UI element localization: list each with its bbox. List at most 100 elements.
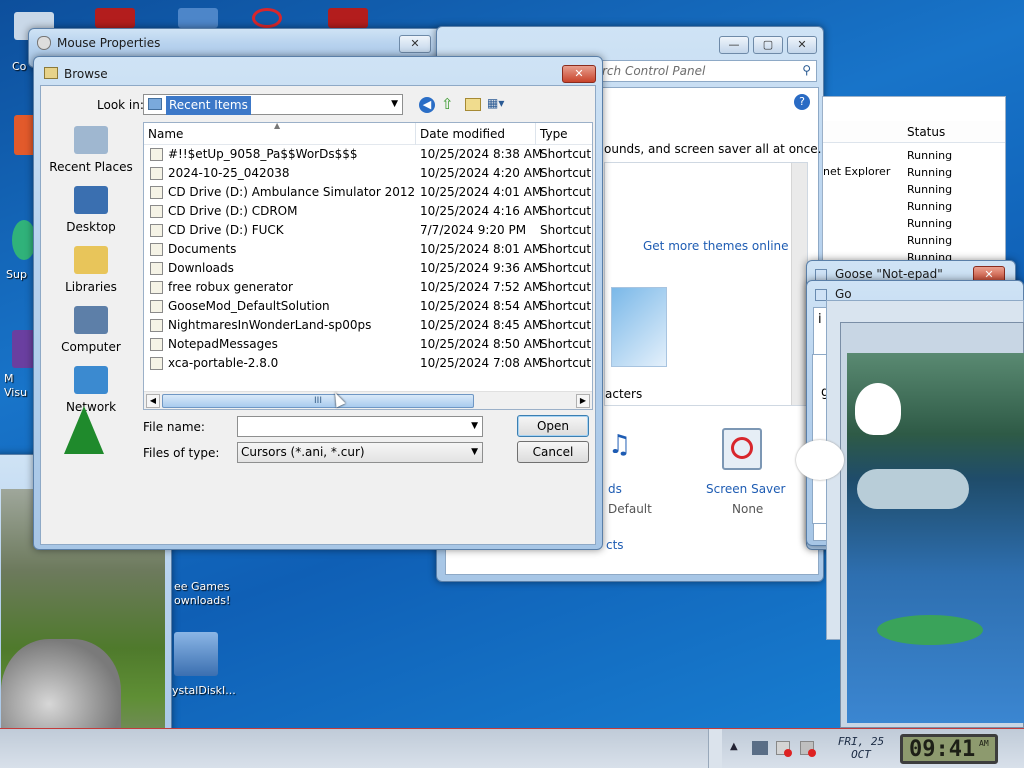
shortcut-icon <box>150 300 163 313</box>
recent-items-icon <box>148 98 162 110</box>
goose-notepad-title-1: Goose "Not-epad" <box>835 267 943 281</box>
mouse-properties-close-button[interactable]: ✕ <box>399 35 431 53</box>
goose-icon <box>855 383 901 435</box>
place-computer[interactable]: Computer <box>41 306 141 354</box>
browse-dialog[interactable]: Browse ✕ Look in: Recent Items ▼ ◀ ⇧ ▦▾ … <box>33 56 603 550</box>
open-button[interactable]: Open <box>517 415 589 437</box>
shortcut-icon <box>150 319 163 332</box>
file-type: Shortcut <box>540 280 592 294</box>
file-name: Documents <box>168 242 237 256</box>
file-row[interactable]: xca-portable-2.8.0 10/25/2024 7:08 AM Shor… <box>144 354 592 373</box>
close-button[interactable]: ✕ <box>787 36 817 54</box>
target-icon[interactable] <box>252 8 282 28</box>
sounds-value: Default <box>608 502 652 516</box>
christmas-tree-icon <box>64 406 104 454</box>
services-window: Status net Explorer Running Running Runnin… <box>822 96 1006 266</box>
screen-saver-icon[interactable] <box>722 428 762 470</box>
search-input[interactable]: rch Control Panel ⚲ <box>597 60 817 82</box>
file-row[interactable]: free robux generator 10/25/2024 7:52 AM Sh… <box>144 278 592 297</box>
winrar-icon-2[interactable] <box>328 8 368 28</box>
crystaldisk-icon[interactable] <box>174 632 218 676</box>
screen-saver-link[interactable]: Screen Saver <box>706 482 785 496</box>
look-in-value: Recent Items <box>166 96 251 115</box>
sort-arrow-icon: ▲ <box>274 122 281 130</box>
file-date: 10/25/2024 4:01 AM <box>420 185 543 199</box>
app-icon[interactable] <box>178 8 218 28</box>
services-header: Status <box>823 121 1005 143</box>
file-row[interactable]: 2024-10-25_042038 10/25/2024 4:20 AM Short… <box>144 164 592 183</box>
new-folder-icon[interactable] <box>465 98 481 111</box>
clock-month: OCT <box>851 748 871 761</box>
file-row[interactable]: Downloads 10/25/2024 9:36 AM Shortcut <box>144 259 592 278</box>
look-in-dropdown[interactable]: Recent Items ▼ <box>143 94 403 115</box>
chevron-down-icon[interactable]: ▼ <box>391 95 398 114</box>
sounds-icon[interactable]: ♫ <box>608 430 632 466</box>
file-date: 10/25/2024 7:08 AM <box>420 356 543 370</box>
mouse-properties-title: Mouse Properties <box>57 36 161 50</box>
place-desktop[interactable]: Desktop <box>41 186 141 234</box>
column-date-modified[interactable]: Date modified <box>416 123 536 145</box>
status-header[interactable]: Status <box>907 125 945 139</box>
file-date: 10/25/2024 7:52 AM <box>420 280 543 294</box>
service-status: Running <box>907 166 953 179</box>
file-type: Shortcut <box>540 242 592 256</box>
file-row[interactable]: NightmaresInWonderLand-sp00ps 10/25/2024 … <box>144 316 592 335</box>
files-of-type-chevron-icon[interactable]: ▼ <box>471 443 478 462</box>
horizontal-scrollbar[interactable]: ◀ III ▶ <box>144 391 592 409</box>
service-status: Running <box>907 200 953 213</box>
shortcut-icon <box>150 224 163 237</box>
file-row[interactable]: GooseMod_DefaultSolution 10/25/2024 8:54 … <box>144 297 592 316</box>
goose-game-scene[interactable] <box>847 353 1024 723</box>
tray-chevron-icon[interactable]: ▲ <box>730 741 738 752</box>
action-center-tray-icon[interactable] <box>776 741 792 757</box>
shortcut-icon <box>150 186 163 199</box>
network-tray-icon[interactable] <box>752 741 768 755</box>
file-row[interactable]: CD Drive (D:) FUCK 7/7/2024 9:20 PM Shortc… <box>144 221 592 240</box>
maximize-button[interactable]: ▢ <box>753 36 783 54</box>
file-row[interactable]: CD Drive (D:) CDROM 10/25/2024 4:16 AM Sho… <box>144 202 592 221</box>
theme-scrollbar[interactable] <box>791 163 807 405</box>
column-type[interactable]: Type <box>536 123 592 145</box>
file-list[interactable]: Name ▲ Date modified Type #!!$etUp_9058_… <box>143 122 593 410</box>
file-date: 10/25/2024 9:36 AM <box>420 261 543 275</box>
file-name-chevron-icon[interactable]: ▼ <box>471 417 478 436</box>
file-type: Shortcut <box>540 299 592 313</box>
files-of-type-dropdown[interactable]: Cursors (*.ani, *.cur) ▼ <box>237 442 483 463</box>
file-name-input[interactable]: ▼ <box>237 416 483 437</box>
place-label: Recent Places <box>49 160 133 174</box>
show-hidden-icons-button[interactable] <box>708 729 722 768</box>
scroll-right-icon[interactable]: ▶ <box>576 394 590 408</box>
search-icon: ⚲ <box>802 63 811 77</box>
goose-game-window[interactable] <box>840 322 1024 728</box>
view-menu-icon[interactable]: ▦▾ <box>487 96 513 112</box>
file-name: 2024-10-25_042038 <box>168 166 290 180</box>
back-icon[interactable]: ◀ <box>419 97 435 113</box>
get-more-themes-link[interactable]: Get more themes online <box>643 239 789 253</box>
theme-thumbnail[interactable] <box>611 287 667 367</box>
file-name: NotepadMessages <box>168 337 278 351</box>
digital-clock[interactable]: 09:41 AM <box>900 734 998 764</box>
file-date: 10/25/2024 4:16 AM <box>420 204 543 218</box>
sounds-link[interactable]: ds <box>608 482 622 496</box>
place-recent-places[interactable]: Recent Places <box>41 126 141 174</box>
scroll-left-icon[interactable]: ◀ <box>146 394 160 408</box>
clock-date[interactable]: FRI, 25 OCT <box>830 735 892 761</box>
files-of-type-label: Files of type: <box>143 446 220 460</box>
file-row[interactable]: #!!$etUp_9058_Pa$$WorDs$$$ 10/25/2024 8:3… <box>144 145 592 164</box>
minimize-button[interactable]: — <box>719 36 749 54</box>
winrar-icon[interactable] <box>95 8 135 28</box>
desktop-label-crystaldisk: ystalDiskI... <box>172 684 236 697</box>
file-row[interactable]: CD Drive (D:) Ambulance Simulator 2012 10… <box>144 183 592 202</box>
scroll-thumb[interactable]: III <box>162 394 474 408</box>
browse-close-button[interactable]: ✕ <box>562 65 596 83</box>
desktop-label-computer: Co <box>12 60 27 73</box>
cancel-button[interactable]: Cancel <box>517 441 589 463</box>
place-libraries[interactable]: Libraries <box>41 246 141 294</box>
file-row[interactable]: NotepadMessages 10/25/2024 8:50 AM Shortcu… <box>144 335 592 354</box>
file-row[interactable]: Documents 10/25/2024 8:01 AM Shortcut <box>144 240 592 259</box>
up-folder-icon[interactable]: ⇧ <box>441 96 459 112</box>
footer-link[interactable]: cts <box>606 538 624 552</box>
file-name: NightmaresInWonderLand-sp00ps <box>168 318 372 332</box>
volume-tray-icon[interactable] <box>800 741 816 757</box>
help-icon[interactable]: ? <box>794 94 810 110</box>
